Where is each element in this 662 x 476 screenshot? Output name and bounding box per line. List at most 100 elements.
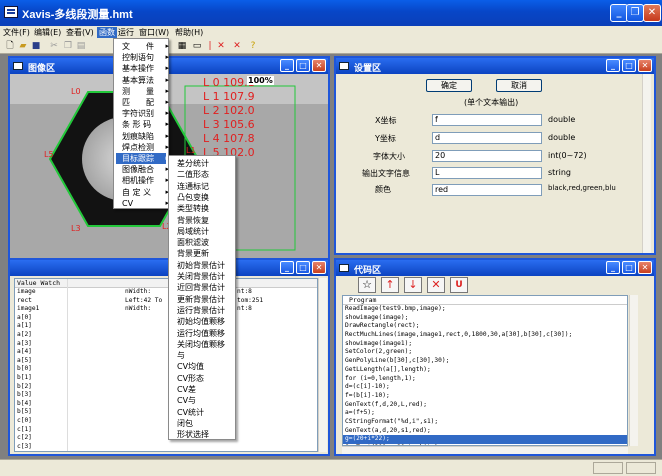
- paste-icon[interactable]: ▤: [75, 41, 87, 52]
- watch-list[interactable]: Value Watch image nWidth: nt:8 rect Left:42 …: [14, 278, 318, 452]
- menu-view[interactable]: 查看(V): [66, 27, 94, 38]
- clear-breakpoint-icon[interactable]: ✕: [215, 41, 227, 52]
- function-menu-item[interactable]: 基本算法: [116, 75, 169, 86]
- watch-row[interactable]: c[3]: [15, 443, 317, 451]
- code-scrollbar[interactable]: [629, 295, 638, 446]
- save-icon[interactable]: ■: [30, 41, 42, 52]
- function-menu-item[interactable]: 图像融合: [116, 164, 169, 175]
- undo-icon[interactable]: U: [450, 277, 468, 293]
- close-icon[interactable]: ✕: [638, 261, 652, 274]
- minimize-icon[interactable]: _: [606, 261, 620, 274]
- watch-row[interactable]: b[1]: [15, 374, 317, 383]
- code-line[interactable]: GetLLength(a[],length);: [343, 366, 627, 375]
- function-menu-item[interactable]: 文 件: [116, 41, 169, 52]
- maximize-icon[interactable]: □: [296, 59, 310, 72]
- watch-row[interactable]: b[0]: [15, 365, 317, 374]
- maximize-icon[interactable]: ❐: [626, 4, 644, 22]
- help-icon[interactable]: ?: [247, 41, 259, 52]
- cancel-button[interactable]: 取消: [496, 79, 542, 92]
- submenu-item[interactable]: 与: [171, 350, 233, 361]
- watch-row[interactable]: c[2]: [15, 434, 317, 443]
- menu-edit[interactable]: 编辑(E): [34, 27, 61, 38]
- code-line[interactable]: GenText(f,d,20,L,red);: [343, 401, 627, 410]
- function-menu-item[interactable]: 条 形 码: [116, 119, 169, 130]
- watch-row[interactable]: image1 nWidth: nt:8: [15, 305, 317, 314]
- menu-functions[interactable]: 函数: [97, 27, 117, 38]
- submenu-item[interactable]: CV统计: [171, 407, 233, 418]
- maximize-icon[interactable]: □: [622, 261, 636, 274]
- new-file-icon[interactable]: 🗋: [4, 41, 16, 52]
- code-line[interactable]: showimage(image);: [343, 314, 627, 323]
- submenu-item[interactable]: 差分统计: [171, 158, 233, 169]
- submenu-item[interactable]: 面积滤波: [171, 237, 233, 248]
- submenu-item[interactable]: 形状选择: [171, 429, 233, 440]
- watch-row[interactable]: a[2]: [15, 331, 317, 340]
- function-menu-item[interactable]: 字符识别: [116, 108, 169, 119]
- function-menu-item[interactable]: 控制语句: [116, 52, 169, 63]
- cut-icon[interactable]: ✂: [48, 41, 60, 52]
- function-menu-item[interactable]: 目标跟踪: [116, 153, 169, 164]
- submenu-item[interactable]: CV与: [171, 395, 233, 406]
- function-menu-item[interactable]: 匹 配: [116, 97, 169, 108]
- close-icon[interactable]: ✕: [312, 261, 326, 274]
- maximize-icon[interactable]: □: [622, 59, 636, 72]
- code-line[interactable]: DrawRectangle(rect);: [343, 322, 627, 331]
- function-menu-item[interactable]: 基本操作: [116, 63, 169, 74]
- submenu-item[interactable]: 连通标记: [171, 181, 233, 192]
- output-text-field[interactable]: L: [432, 167, 542, 179]
- function-menu-item[interactable]: 相机操作: [116, 175, 169, 186]
- code-line[interactable]: g=(20+i*22);: [343, 435, 627, 444]
- submenu-item[interactable]: 背景恢复: [171, 215, 233, 226]
- submenu-item[interactable]: 关闭背景估计: [171, 271, 233, 282]
- watch-row[interactable]: c[0]: [15, 417, 317, 426]
- code-line[interactable]: f=(b[i]-10);: [343, 392, 627, 401]
- submenu-item[interactable]: 二值形态: [171, 169, 233, 180]
- minimize-icon[interactable]: _: [606, 59, 620, 72]
- menu-window[interactable]: 窗口(W): [139, 27, 169, 38]
- debug-icon[interactable]: ▦: [176, 41, 188, 52]
- submenu-item[interactable]: 背景更新: [171, 248, 233, 259]
- color-field[interactable]: red: [432, 184, 542, 196]
- function-menu-item[interactable]: 自 定 义: [116, 187, 169, 198]
- watch-row[interactable]: c[1]: [15, 426, 317, 435]
- function-menu-item[interactable]: 划痕缺陷: [116, 131, 169, 142]
- watch-scrollbar[interactable]: [318, 278, 327, 452]
- watch-row[interactable]: b[3]: [15, 391, 317, 400]
- code-line[interactable]: RectMuchLines(image,image1,rect,0,1800,3…: [343, 331, 627, 340]
- code-line[interactable]: GenPolyLine(b[30],c[30],30);: [343, 357, 627, 366]
- submenu-item[interactable]: CV差: [171, 384, 233, 395]
- minimize-icon[interactable]: _: [280, 59, 294, 72]
- watch-row[interactable]: b[4]: [15, 400, 317, 409]
- ok-button[interactable]: 确定: [426, 79, 472, 92]
- watch-row[interactable]: rect Left:42 To tom:251: [15, 297, 317, 306]
- x-coord-field[interactable]: f: [432, 114, 542, 126]
- watch-row[interactable]: a[4]: [15, 348, 317, 357]
- code-line[interactable]: showimage(image1);: [343, 340, 627, 349]
- move-down-icon[interactable]: ↓: [404, 277, 422, 293]
- submenu-item[interactable]: 局域统计: [171, 226, 233, 237]
- menu-help[interactable]: 帮助(H): [175, 27, 203, 38]
- step-icon[interactable]: ▭: [191, 41, 203, 52]
- copy-icon[interactable]: ❐: [62, 41, 74, 52]
- settings-scrollbar[interactable]: [642, 74, 651, 253]
- submenu-item[interactable]: 运行背景估计: [171, 305, 233, 316]
- watch-row[interactable]: a[1]: [15, 322, 317, 331]
- minimize-icon[interactable]: _: [280, 261, 294, 274]
- code-hscrollbar[interactable]: [342, 446, 628, 454]
- move-up-icon[interactable]: ↑: [381, 277, 399, 293]
- menu-file[interactable]: 文件(F): [3, 27, 30, 38]
- maximize-icon[interactable]: □: [296, 261, 310, 274]
- submenu-item[interactable]: 近回背景估计: [171, 282, 233, 293]
- submenu-item[interactable]: 运行均值颗移: [171, 328, 233, 339]
- open-folder-icon[interactable]: ▰: [17, 41, 29, 52]
- insert-star-icon[interactable]: ☆: [358, 277, 376, 293]
- watch-row[interactable]: a[5]: [15, 357, 317, 366]
- function-menu-item[interactable]: 测 量: [116, 86, 169, 97]
- function-menu-item[interactable]: CV: [116, 198, 169, 209]
- code-line[interactable]: for (i=0,length,1);: [343, 375, 627, 384]
- watch-row[interactable]: b[2]: [15, 383, 317, 392]
- delete-icon[interactable]: ✕: [427, 277, 445, 293]
- code-line[interactable]: CStringFormat("%d,i",s1);: [343, 418, 627, 427]
- watch-row[interactable]: image nWidth: nt:8: [15, 288, 317, 297]
- watch-row[interactable]: a[0]: [15, 314, 317, 323]
